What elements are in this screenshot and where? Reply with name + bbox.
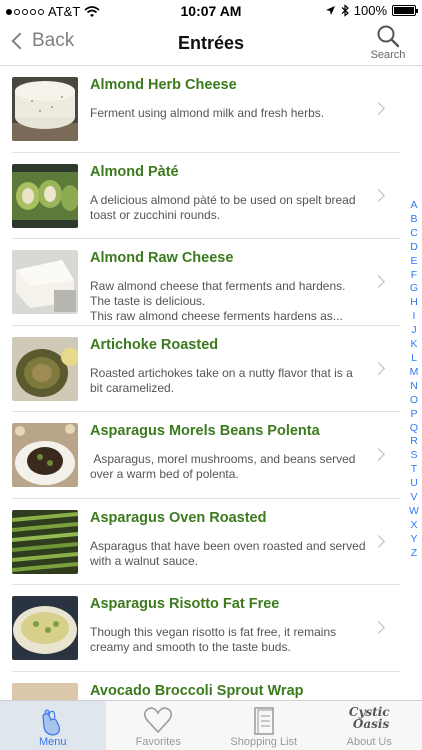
item-description: Asparagus, morel mushrooms, and beans se… [90, 452, 359, 481]
list-item[interactable]: Artichoke Roasted Roasted artichokes tak… [0, 326, 400, 413]
search-label: Search [370, 49, 406, 61]
bluetooth-icon [341, 4, 349, 17]
item-title: Asparagus Oven Roasted [90, 509, 267, 526]
cheese-wedge-thumbnail [12, 250, 78, 314]
index-letter-s[interactable]: S [410, 449, 417, 463]
heart-icon [144, 707, 173, 734]
index-letter-d[interactable]: D [410, 241, 418, 255]
tab-label: Shopping List [230, 736, 298, 748]
tab-menu[interactable]: Menu [0, 701, 106, 750]
status-indicators: 100% [325, 3, 418, 18]
location-arrow-icon [325, 6, 335, 15]
cystic-oasis-logo: Cystic Oasis [349, 706, 390, 730]
index-letter-z[interactable]: Z [411, 547, 417, 561]
shopping-list-icon [254, 707, 274, 735]
tab-label: Favorites [135, 736, 181, 748]
index-letter-q[interactable]: Q [410, 422, 418, 436]
index-letter-r[interactable]: R [410, 435, 418, 449]
index-letter-o[interactable]: O [410, 394, 418, 408]
index-letter-k[interactable]: K [410, 338, 417, 352]
hands-menu-icon [42, 709, 60, 736]
chevron-right-icon [372, 534, 385, 548]
risotto-thumbnail [12, 596, 78, 660]
list-item[interactable]: Avocado Broccoli Sprout Wrap [0, 672, 400, 700]
item-title: Asparagus Morels Beans Polenta [90, 423, 320, 439]
index-letter-y[interactable]: Y [410, 533, 417, 547]
polenta-plate-thumbnail [12, 423, 78, 487]
list-item[interactable]: Almond Raw Cheese Raw almond cheese that… [0, 239, 400, 326]
logo-line-2: Oasis [352, 717, 390, 731]
list-item[interactable]: Almond Herb Cheese Ferment using almond … [0, 66, 400, 153]
index-letter-h[interactable]: H [410, 296, 418, 310]
wrap-thumbnail [12, 682, 78, 700]
index-letter-l[interactable]: L [411, 352, 417, 366]
artichoke-thumbnail [12, 336, 78, 401]
item-title: Almond Raw Cheese [90, 250, 234, 266]
index-letter-g[interactable]: G [410, 282, 418, 296]
battery-percent: 100% [353, 3, 387, 18]
chevron-right-icon [372, 361, 385, 375]
item-title: Artichoke Roasted [90, 336, 219, 353]
item-description: Ferment using almond milk and fresh herb… [90, 106, 325, 120]
recipe-list: Almond Herb Cheese Ferment using almond … [0, 66, 400, 700]
item-description: Roasted artichokes take on a nutty flavo… [90, 365, 353, 395]
index-letter-a[interactable]: A [410, 199, 417, 213]
index-letter-p[interactable]: P [410, 408, 417, 422]
tab-label: Menu [38, 736, 67, 748]
tab-about-us[interactable]: Cystic Oasis About Us [317, 701, 422, 750]
index-letter-x[interactable]: X [410, 519, 417, 533]
chevron-right-icon [372, 188, 385, 202]
index-letter-t[interactable]: T [411, 463, 417, 477]
alphabet-index[interactable]: ABCDEFGHIJKLMNOPQRSTUVWXYZ [408, 199, 420, 561]
item-description: Raw almond cheese that ferments and hard… [90, 279, 346, 323]
tab-favorites[interactable]: Favorites [106, 701, 212, 750]
item-description: A delicious almond pàté to be used on sp… [90, 192, 356, 222]
search-icon [377, 25, 400, 48]
zucchini-rolls-thumbnail [12, 163, 78, 228]
nav-bar: Back Entrées Search [0, 22, 422, 66]
tab-shopping-list[interactable]: Shopping List [211, 701, 317, 750]
item-title: Almond Pàté [90, 163, 179, 180]
index-letter-v[interactable]: V [410, 491, 417, 505]
index-letter-u[interactable]: U [410, 477, 418, 491]
item-description: Asparagus that have been oven roasted an… [90, 538, 366, 568]
item-title: Avocado Broccoli Sprout Wrap [90, 682, 304, 699]
list-item[interactable]: Asparagus Oven Roasted Asparagus that ha… [0, 499, 400, 586]
index-letter-e[interactable]: E [410, 255, 417, 269]
status-bar: AT&T 10:07 AM 100% [0, 0, 422, 22]
index-letter-i[interactable]: I [413, 310, 416, 324]
almond-cheese-wheel-thumbnail [12, 77, 78, 141]
tab-bar: Menu Favorites Shopping List Cystic Oasi… [0, 700, 422, 750]
index-letter-b[interactable]: B [410, 213, 417, 227]
index-letter-n[interactable]: N [410, 380, 418, 394]
index-letter-m[interactable]: M [410, 366, 419, 380]
chevron-right-icon [372, 102, 385, 115]
search-button[interactable]: Search [368, 24, 408, 61]
list-item[interactable]: Asparagus Morels Beans Polenta Asparagus… [0, 412, 400, 499]
index-letter-w[interactable]: W [409, 505, 419, 519]
asparagus-thumbnail [12, 509, 78, 574]
item-description: Though this vegan risotto is fat free, i… [90, 625, 337, 654]
tab-label: About Us [346, 736, 392, 748]
battery-icon [392, 5, 418, 16]
index-letter-j[interactable]: J [411, 324, 416, 338]
item-title: Almond Herb Cheese [90, 77, 237, 93]
page-title: Entrées [177, 33, 245, 53]
chevron-right-icon [372, 275, 385, 288]
index-letter-f[interactable]: F [411, 269, 417, 283]
chevron-right-icon [372, 621, 385, 634]
list-item[interactable]: Asparagus Risotto Fat Free Though this v… [0, 585, 400, 672]
chevron-right-icon [372, 448, 385, 461]
item-title: Asparagus Risotto Fat Free [90, 596, 280, 612]
index-letter-c[interactable]: C [410, 227, 418, 241]
list-item[interactable]: Almond Pàté A delicious almond pàté to b… [0, 153, 400, 240]
